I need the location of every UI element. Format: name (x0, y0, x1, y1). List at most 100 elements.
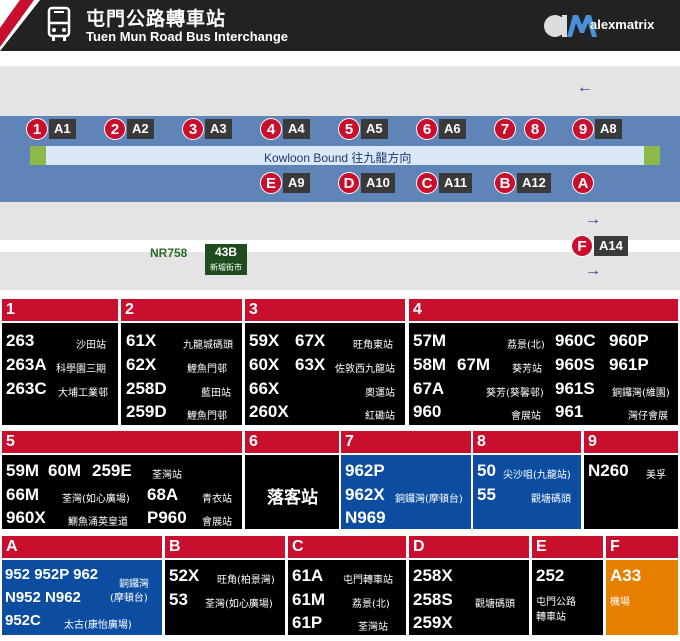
route-destination: 旺角東站 (353, 340, 393, 351)
route-destination: 屯門轉車站 (343, 575, 393, 586)
bay-tag: A4 (283, 119, 310, 139)
arrow-right-icon: → (585, 211, 601, 228)
direction-label: Kowloon Bound 往九龍方向 (264, 151, 412, 165)
route-number: 50 (477, 461, 496, 480)
route-number: 57M (413, 331, 447, 350)
route-destination: 藍田站 (201, 388, 231, 399)
arrow-right-icon: → (585, 262, 601, 279)
route-number: N952 N962 (5, 589, 81, 606)
route-number: 263 (6, 331, 35, 350)
bay-badge: E (260, 172, 282, 194)
panel-header: 1 (2, 299, 118, 321)
panel-header: D (409, 536, 529, 558)
route-number: 61X (126, 331, 157, 350)
route-destination: 灣仔會展 (628, 411, 668, 422)
route-number: 61A (292, 566, 324, 585)
panel-7: 7 962P 962X 銅鑼灣(摩頓台) N969 (341, 431, 471, 529)
bay-tag: A8 (595, 119, 622, 139)
panel-header: B (165, 536, 285, 558)
arrow-left-icon: ← (577, 79, 593, 96)
panel-header: F (606, 536, 678, 558)
route-number: 952C (5, 612, 41, 629)
route-destination: 鰂魚涌英皇道 (68, 517, 128, 528)
bay-tag: A9 (283, 173, 310, 193)
panel-header: 8 (473, 431, 581, 453)
bay-tag: A14 (594, 236, 628, 256)
route-destination: 尖沙咀(九龍站) (503, 470, 571, 481)
route-destination: 奧運站 (365, 388, 395, 399)
island-end-right (644, 146, 660, 165)
route-number: 259X (413, 613, 453, 632)
route-number: 52X (169, 566, 200, 585)
bay-badge: 4 (260, 118, 282, 140)
stop-43b-dest: 新墟街市 (210, 263, 242, 272)
bay-badge: C (416, 172, 438, 194)
island-end-left (30, 146, 46, 165)
route-destination: 觀塘碼頭 (531, 494, 571, 505)
route-number: 66X (249, 379, 280, 398)
panel-4: 4 57M 荔景(北) 58M 67M 葵芳站 67A 葵芳(葵馨邨) 960 … (409, 299, 678, 425)
route-number: 58M (413, 355, 447, 374)
panel-3: 3 59X 67X 旺角東站 60X 63X 佐敦西九龍站 66X 奧運站 26… (245, 299, 405, 425)
bay-tag: A3 (205, 119, 232, 139)
bay-badge: 1 (26, 118, 48, 140)
bay-tag: A12 (517, 173, 551, 193)
route-number: A33 (610, 566, 642, 585)
route-destination: 科學園三期 (56, 364, 106, 375)
bay-tag: A11 (439, 173, 473, 193)
route-destination: 沙田站 (76, 340, 106, 351)
route-destination: 荔景(北) (352, 599, 390, 610)
bay-tag: A1 (49, 119, 76, 139)
route-destination: 銅鑼灣(摩頓台) (395, 494, 463, 505)
panel-5: 5 59M 60M 259E 荃灣站 66M 荃灣(如心廣場) 960X 鰂魚涌… (2, 431, 242, 529)
route-destination: 葵芳站 (512, 364, 542, 375)
route-number: 961S (555, 379, 595, 398)
road-middle (0, 202, 680, 240)
route-number: 961P (609, 355, 649, 374)
route-destination: (摩頓台) (110, 593, 148, 604)
route-number: 61M (292, 590, 326, 609)
route-number: 60X (249, 355, 280, 374)
route-destination: 九龍城碼頭 (183, 340, 233, 351)
stop-43b-route: 43B (214, 245, 237, 259)
bay-badge: 3 (182, 118, 204, 140)
route-number: 66M (6, 485, 40, 504)
route-number: 53 (169, 590, 188, 609)
panel-header: C (288, 536, 406, 558)
bay-badge: 5 (338, 118, 360, 140)
panel-9: 9 N260 美孚 (584, 431, 678, 529)
route-number: 67X (295, 331, 326, 350)
bus-icon (47, 6, 71, 41)
bay-badge: 8 (524, 118, 546, 140)
bay-badge: B (494, 172, 516, 194)
bay-badge: 7 (494, 118, 516, 140)
route-destination: 荃灣(如心廣場) (62, 494, 130, 505)
panel-c: C 61A 屯門轉車站 61M 荔景(北) 61P 荃灣站 (288, 536, 406, 635)
panel-6: 6 落客站 (245, 431, 339, 529)
route-number: 63X (295, 355, 326, 374)
panel-header: 2 (121, 299, 242, 321)
panel-2: 2 61X 九龍城碼頭 62X 鯉魚門邨 258D 藍田站 259D 鯉魚門邨 (121, 299, 242, 425)
panel-8: 8 50 尖沙咀(九龍站) 55 觀塘碼頭 (473, 431, 581, 529)
route-number: 960C (555, 331, 596, 350)
road-bottom (0, 252, 680, 290)
route-number: N260 (588, 461, 629, 480)
panel-header: A (2, 536, 162, 558)
route-destination: 鯉魚門邨 (187, 364, 227, 375)
bay-badge: 6 (416, 118, 438, 140)
route-number: 61P (292, 613, 323, 632)
route-number: 962X (345, 485, 385, 504)
route-destination: 機場 (610, 597, 630, 608)
route-number: 59X (249, 331, 280, 350)
panel-header: 4 (409, 299, 678, 321)
panel-a: A 952 952P 962 N952 N962 952C 太古(康怡廣場) 銅… (2, 536, 162, 635)
bay-badge: 9 (572, 118, 594, 140)
page-subtitle: Tuen Mun Road Bus Interchange (86, 29, 288, 44)
route-destination: 旺角(柏景灣) (217, 575, 275, 586)
route-destination: 屯門公路 (536, 597, 576, 608)
route-number: 962P (345, 461, 385, 480)
panel-header: 9 (584, 431, 678, 453)
bay-badge: F (571, 235, 593, 257)
route-number: 263C (6, 379, 47, 398)
route-number: 67A (413, 379, 445, 398)
